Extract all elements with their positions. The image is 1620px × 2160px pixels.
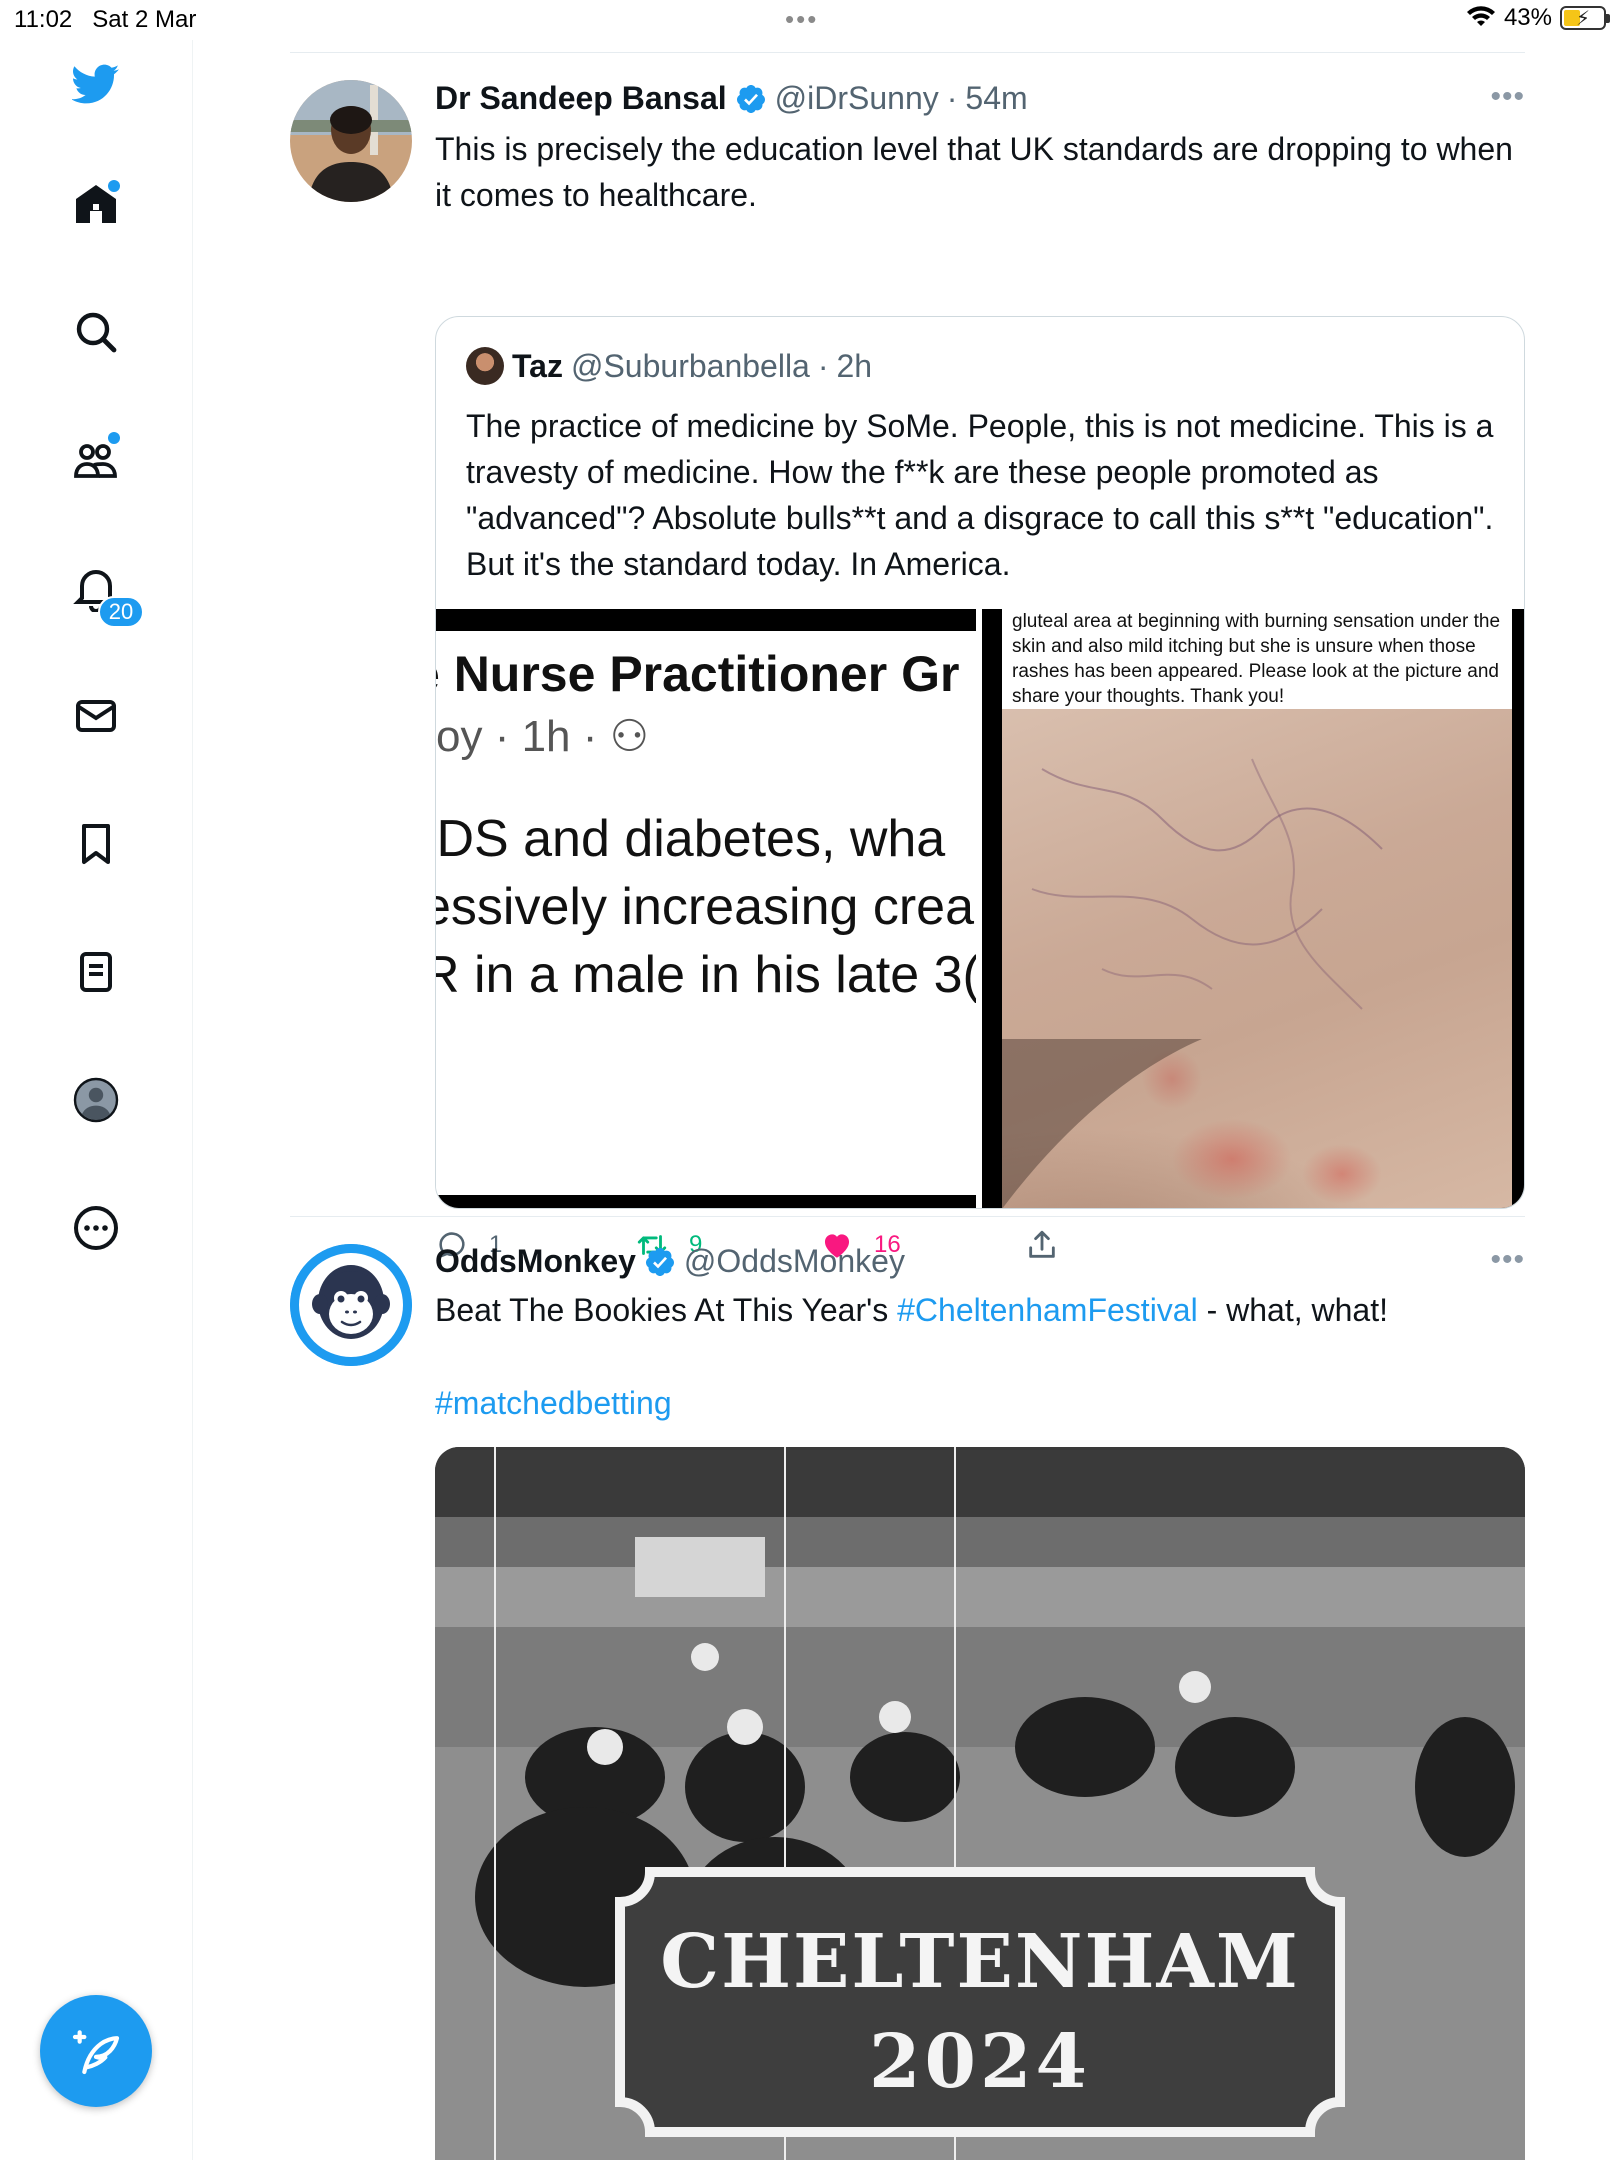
- list-icon: [80, 952, 112, 992]
- quote-author-name[interactable]: Taz: [512, 348, 563, 385]
- mail-icon: [76, 700, 116, 732]
- oddsmonkey-avatar[interactable]: [290, 1244, 412, 1366]
- cheltenham-image[interactable]: CHELTENHAM 2024: [435, 1447, 1525, 2160]
- bookmark-icon: [82, 824, 110, 864]
- feed-top-divider: [290, 52, 1525, 53]
- compose-feather-icon: [72, 2030, 120, 2075]
- banner-line-2: 2024: [869, 2019, 1091, 2105]
- nav-lists[interactable]: [68, 944, 124, 1000]
- quote-time: 2h: [836, 347, 873, 384]
- tweet-time[interactable]: 54m: [965, 80, 1027, 117]
- tweet-more-button[interactable]: •••: [1490, 80, 1525, 114]
- nav-more[interactable]: [68, 1200, 124, 1256]
- nav-profile[interactable]: [68, 1072, 124, 1128]
- nav-home[interactable]: [68, 176, 124, 232]
- nav-explore[interactable]: [68, 304, 124, 360]
- status-right: 43% ⚡: [1466, 4, 1610, 32]
- quote-header: Taz @Suburbanbella · 2h: [466, 347, 872, 385]
- tweet-divider: [290, 1216, 1525, 1217]
- quote-author-avatar[interactable]: [466, 347, 504, 385]
- tweet-hashtag-line: #matchedbetting: [435, 1380, 1515, 1426]
- image-left-meta: oy · 1h · ⚇: [436, 712, 650, 761]
- nav-messages[interactable]: [68, 688, 124, 744]
- nav-communities[interactable]: [68, 432, 124, 488]
- skin-rash-photo: [1002, 709, 1512, 1208]
- banner-line-1: CHELTENHAM: [660, 1919, 1300, 2005]
- tweet-header: OddsMonkey @OddsMonkey: [435, 1243, 905, 1280]
- author-avatar[interactable]: [290, 80, 412, 202]
- image-right-caption: gluteal area at beginning with burning s…: [1002, 609, 1512, 709]
- quote-image-left[interactable]: e Nurse Practitioner Gr oy · 1h · ⚇ IDS …: [436, 609, 976, 1208]
- tweet-text: Beat The Bookies At This Year's #Chelten…: [435, 1287, 1515, 1333]
- status-bar: 11:02 Sat 2 Mar ••• 43% ⚡: [0, 0, 1620, 40]
- separator: ·: [946, 80, 958, 116]
- communities-unread-dot: [108, 432, 120, 444]
- author-handle[interactable]: @OddsMonkey: [684, 1243, 905, 1280]
- status-time: 11:02 Sat 2 Mar: [14, 6, 197, 33]
- author-handle[interactable]: @iDrSunny: [775, 80, 939, 117]
- twitter-logo[interactable]: [68, 56, 124, 112]
- status-date: Sat 2 Mar: [92, 6, 197, 33]
- author-name[interactable]: OddsMonkey: [435, 1243, 636, 1280]
- quote-text: The practice of medicine by SoMe. People…: [466, 408, 1494, 582]
- multitask-dots-icon[interactable]: •••: [785, 4, 818, 35]
- nav-bookmarks[interactable]: [68, 816, 124, 872]
- tweet-2[interactable]: OddsMonkey @OddsMonkey ••• Beat The Book…: [290, 1243, 1525, 2160]
- battery-icon: ⚡: [1560, 6, 1610, 30]
- hashtag-link[interactable]: #CheltenhamFestival: [897, 1292, 1198, 1328]
- author-name[interactable]: Dr Sandeep Bansal: [435, 80, 727, 117]
- tweet-text-part: Beat The Bookies At This Year's: [435, 1292, 898, 1328]
- quote-image-right[interactable]: gluteal area at beginning with burning s…: [982, 609, 1524, 1208]
- tweet-1[interactable]: Dr Sandeep Bansal @iDrSunny · 54m ••• Th…: [290, 80, 1525, 1258]
- profile-avatar-icon: [73, 1077, 119, 1123]
- tweet-more-button[interactable]: •••: [1490, 1243, 1525, 1277]
- quote-separator: ·: [817, 347, 829, 384]
- wifi-icon: [1466, 6, 1495, 26]
- image-left-title: e Nurse Practitioner Gr: [436, 646, 960, 702]
- tweet-header: Dr Sandeep Bansal @iDrSunny · 54m: [435, 80, 1028, 117]
- verified-badge-icon: [736, 84, 765, 113]
- verified-badge-icon: [645, 1247, 674, 1276]
- notifications-badge: 20: [98, 596, 144, 628]
- bird-icon: [72, 64, 120, 104]
- battery-percent: 43%: [1503, 4, 1552, 31]
- image-left-line: IDS and diabetes, wha: [436, 810, 946, 868]
- search-icon: [76, 312, 117, 353]
- hashtag-link[interactable]: #matchedbetting: [435, 1385, 672, 1421]
- sidebar: 20: [0, 40, 193, 2160]
- quoted-tweet[interactable]: Taz @Suburbanbella · 2h The practice of …: [435, 316, 1525, 1209]
- quote-author-handle[interactable]: @Suburbanbella: [571, 348, 810, 385]
- home-unread-dot: [108, 180, 120, 192]
- tweet-text: This is precisely the education level th…: [435, 131, 1513, 213]
- tweet-text-part: - what, what!: [1197, 1292, 1388, 1328]
- image-left-line: R in a male in his late 3(: [436, 946, 976, 1004]
- image-left-line: essively increasing crea: [436, 878, 975, 936]
- compose-tweet-button[interactable]: [40, 1995, 152, 2107]
- more-circle-icon: [74, 1206, 118, 1250]
